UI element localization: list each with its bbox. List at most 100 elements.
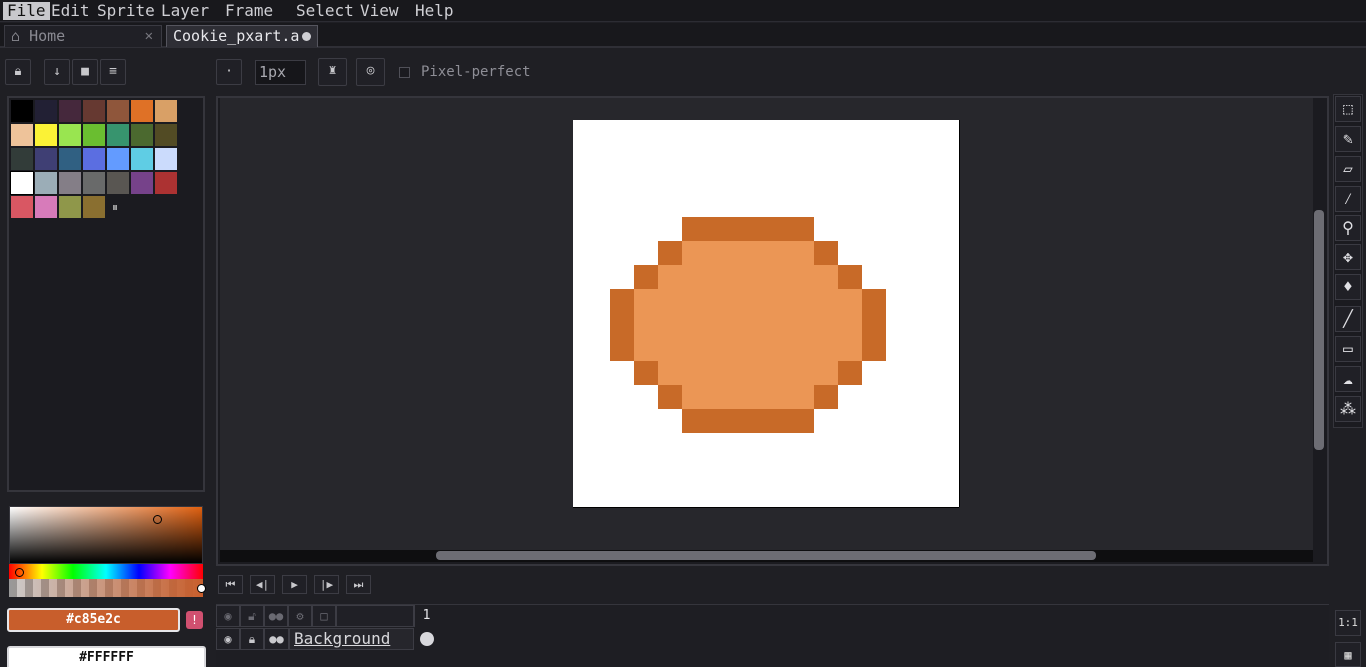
palette-swatch[interactable]: [11, 100, 33, 122]
last-frame-button[interactable]: ⏭: [346, 575, 371, 594]
palette-swatch[interactable]: [155, 100, 177, 122]
palette-swatch[interactable]: [10, 171, 34, 195]
palette-options-icon[interactable]: ≡: [100, 59, 126, 85]
paint-bucket-icon[interactable]: ♦: [1335, 274, 1361, 300]
tab-file-label: Cookie_pxart.a: [173, 27, 300, 45]
palette-swatch[interactable]: [131, 124, 153, 146]
brush-size-input[interactable]: 1px: [255, 60, 306, 85]
palette-swatch[interactable]: [59, 124, 81, 146]
eraser-icon[interactable]: ▱: [1335, 156, 1361, 182]
palette-swatch[interactable]: [107, 100, 129, 122]
hue-slider[interactable]: [9, 564, 203, 579]
brush-type-icon[interactable]: ·: [216, 59, 242, 85]
palette-presets-icon[interactable]: ■: [72, 59, 98, 85]
eyedropper-icon[interactable]: ⁄: [1335, 186, 1361, 212]
palette-swatch[interactable]: [11, 196, 33, 218]
horizontal-scroll-thumb[interactable]: [436, 551, 1096, 560]
menu-frame[interactable]: Frame: [221, 2, 277, 20]
palette-swatch[interactable]: [35, 124, 57, 146]
visibility-header-icon[interactable]: ◉: [216, 605, 240, 627]
palette-swatch[interactable]: [59, 196, 81, 218]
play-button[interactable]: ▶: [282, 575, 307, 594]
continuous-icon[interactable]: ●●: [264, 628, 289, 650]
sprite-canvas[interactable]: [573, 120, 959, 507]
palette-swatch[interactable]: [35, 196, 57, 218]
menu-bar: File Edit Sprite Layer Frame Select View…: [0, 0, 1366, 22]
palette-swatch[interactable]: [107, 124, 129, 146]
foreground-color-button[interactable]: #c85e2c: [7, 608, 180, 632]
previous-frame-button[interactable]: ◀|: [250, 575, 275, 594]
tab-cookie-file[interactable]: Cookie_pxart.a: [166, 25, 318, 47]
lock-icon[interactable]: 🔒︎: [5, 59, 31, 85]
menu-view[interactable]: View: [356, 2, 403, 20]
first-frame-button[interactable]: ⏮: [218, 575, 243, 594]
palette-swatch[interactable]: [35, 172, 57, 194]
cel-indicator[interactable]: [420, 632, 434, 646]
layer-header-spacer: [336, 605, 414, 627]
menu-edit[interactable]: Edit: [47, 2, 94, 20]
palette-swatch[interactable]: [35, 100, 57, 122]
palette-swatch[interactable]: [131, 148, 153, 170]
palette-swatch[interactable]: [59, 100, 81, 122]
saturation-value-box[interactable]: [9, 506, 203, 564]
line-icon[interactable]: ╱: [1335, 306, 1361, 332]
symmetry-icon[interactable]: ◎: [356, 58, 385, 86]
rectangle-icon[interactable]: ▭: [1335, 336, 1361, 362]
pixel-perfect-checkbox[interactable]: [399, 67, 410, 78]
filmstrip-icon[interactable]: ▦: [1335, 642, 1361, 667]
palette-swatch[interactable]: [107, 148, 129, 170]
palette-swatch[interactable]: [131, 100, 153, 122]
palette-swatch[interactable]: [107, 172, 129, 194]
layer-background[interactable]: Background: [289, 628, 414, 650]
move-icon[interactable]: ✥: [1335, 244, 1361, 270]
palette-swatch[interactable]: [83, 148, 105, 170]
lock-icon[interactable]: 🔒︎: [240, 628, 264, 650]
color-warning-icon[interactable]: !: [186, 611, 203, 629]
palette-swatch[interactable]: [35, 148, 57, 170]
palette-swatch[interactable]: [155, 124, 177, 146]
palette-swatch[interactable]: [83, 100, 105, 122]
alpha-slider[interactable]: [9, 579, 203, 597]
tab-home[interactable]: ⌂ Home ✕: [4, 25, 162, 47]
hue-cursor[interactable]: [15, 568, 24, 577]
palette-more-icon[interactable]: ⏸: [112, 200, 118, 215]
palette-swatch[interactable]: [131, 172, 153, 194]
palette-swatch[interactable]: [155, 148, 177, 170]
next-frame-button[interactable]: |▶: [314, 575, 339, 594]
palette-swatch[interactable]: [59, 172, 81, 194]
add-layer-icon[interactable]: □: [312, 605, 336, 627]
blur-icon[interactable]: ⁂: [1335, 396, 1361, 422]
home-icon: ⌂: [11, 27, 21, 45]
rectangular-marquee-icon[interactable]: ⬚: [1335, 96, 1361, 122]
ink-icon[interactable]: ♜: [318, 58, 347, 86]
menu-select[interactable]: Select: [292, 2, 358, 20]
menu-file[interactable]: File: [3, 2, 50, 20]
menu-sprite[interactable]: Sprite: [93, 2, 159, 20]
pencil-icon[interactable]: ✎: [1335, 126, 1361, 152]
palette-swatch[interactable]: [11, 148, 33, 170]
vertical-scroll-thumb[interactable]: [1314, 210, 1324, 450]
palette-swatch[interactable]: [11, 124, 33, 146]
zoom-icon[interactable]: ⚲: [1335, 215, 1361, 241]
background-color-button[interactable]: #FFFFFF: [7, 646, 206, 667]
continuous-header-icon[interactable]: ●●: [264, 605, 288, 627]
palette-sort-icon[interactable]: ↓: [44, 59, 70, 85]
menu-help[interactable]: Help: [411, 2, 458, 20]
layer-group-icon[interactable]: ⚙: [288, 605, 312, 627]
menu-layer[interactable]: Layer: [157, 2, 213, 20]
cookie-fill: [634, 241, 862, 409]
contour-icon[interactable]: ☁: [1335, 366, 1361, 392]
alpha-cursor[interactable]: [197, 584, 206, 593]
palette-swatch[interactable]: [83, 196, 105, 218]
palette-swatch[interactable]: [155, 172, 177, 194]
palette-swatch[interactable]: [59, 148, 81, 170]
modified-indicator: [302, 32, 311, 41]
lock-header-icon[interactable]: 🔓︎: [240, 605, 264, 627]
palette-swatch[interactable]: [83, 172, 105, 194]
palette-swatch[interactable]: [83, 124, 105, 146]
close-icon[interactable]: ✕: [145, 26, 153, 46]
eye-icon[interactable]: ◉: [216, 628, 240, 650]
frame-number[interactable]: 1: [414, 605, 438, 627]
zoom-reset-button[interactable]: 1:1: [1335, 610, 1361, 636]
sv-cursor[interactable]: [153, 515, 162, 524]
